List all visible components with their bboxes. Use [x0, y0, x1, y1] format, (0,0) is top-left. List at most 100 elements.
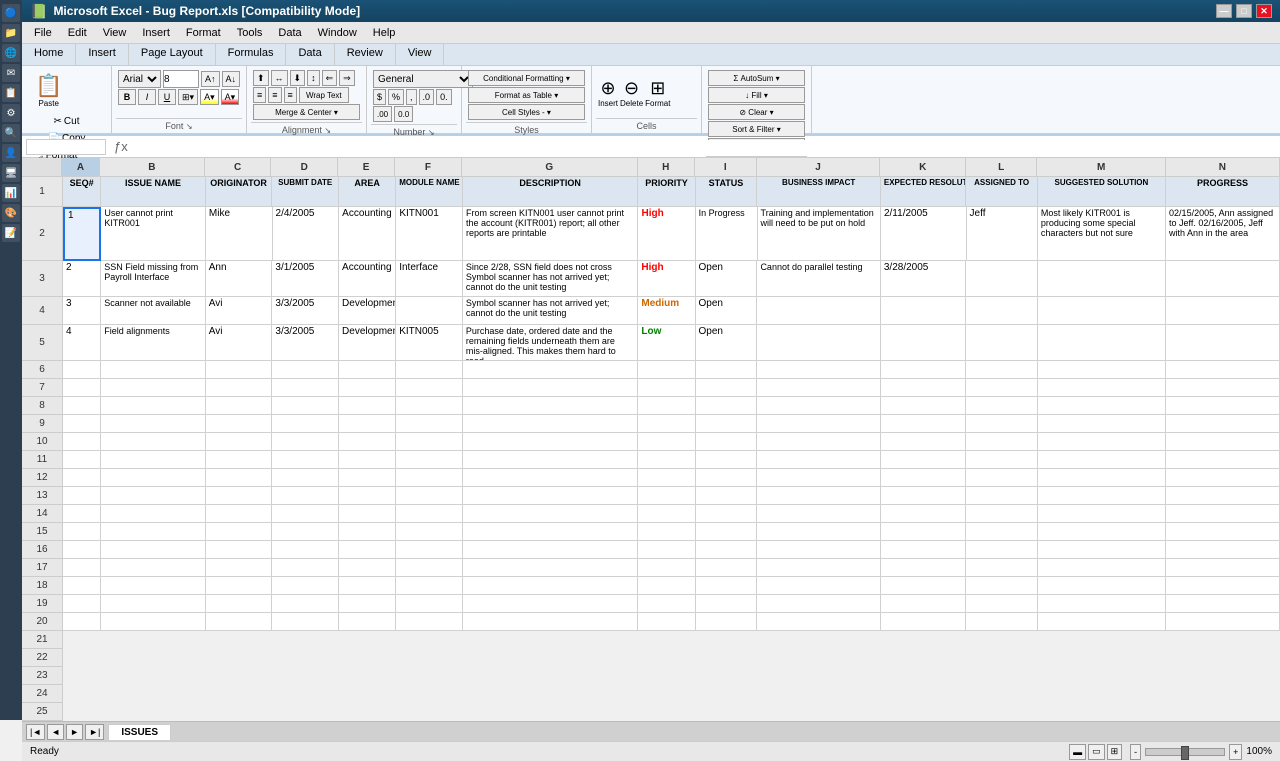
- col-header-C[interactable]: C: [205, 158, 272, 176]
- align-center-button[interactable]: ≡: [268, 87, 281, 103]
- cell-h6[interactable]: [638, 361, 695, 379]
- increase-font-button[interactable]: A↑: [201, 71, 220, 87]
- header-progress[interactable]: PROGRESS: [1166, 177, 1280, 207]
- row-header-1[interactable]: 1: [22, 177, 62, 207]
- tab-view[interactable]: View: [396, 44, 445, 65]
- cell-n5[interactable]: [1166, 325, 1280, 361]
- header-issue[interactable]: ISSUE NAME: [101, 177, 206, 207]
- menu-help[interactable]: Help: [365, 25, 404, 41]
- menu-edit[interactable]: Edit: [60, 25, 95, 41]
- text-direction-button[interactable]: ↕: [307, 70, 320, 86]
- row-header-14[interactable]: 14: [22, 505, 62, 523]
- row-header-2[interactable]: 2: [22, 207, 62, 261]
- cell-h3[interactable]: High: [638, 261, 695, 297]
- formula-input[interactable]: 1: [136, 140, 1276, 154]
- dec-places-inc-button[interactable]: .00: [373, 106, 392, 122]
- sidebar-icon-1[interactable]: 🔵: [2, 4, 20, 22]
- cell-j3[interactable]: Cannot do parallel testing: [757, 261, 880, 297]
- cell-k5[interactable]: [881, 325, 967, 361]
- sidebar-icon-12[interactable]: 📝: [2, 224, 20, 242]
- italic-button[interactable]: I: [138, 89, 156, 105]
- decrease-font-button[interactable]: A↓: [222, 71, 241, 87]
- cell-i2[interactable]: In Progress: [696, 207, 758, 261]
- sidebar-icon-7[interactable]: 🔍: [2, 124, 20, 142]
- cell-g4[interactable]: Symbol scanner has not arrived yet; cann…: [463, 297, 639, 325]
- format-as-table-button[interactable]: Format as Table ▾: [468, 87, 585, 103]
- tab-insert[interactable]: Insert: [76, 44, 129, 65]
- header-desc[interactable]: DESCRIPTION: [463, 177, 639, 207]
- col-header-B[interactable]: B: [100, 158, 205, 176]
- cell-e3[interactable]: Accounting: [339, 261, 396, 297]
- dec-dec-button[interactable]: 0.: [436, 89, 452, 105]
- col-header-J[interactable]: J: [757, 158, 881, 176]
- cell-g5[interactable]: Purchase date, ordered date and the rema…: [463, 325, 639, 361]
- sheet-prev-button[interactable]: ◄: [47, 724, 64, 740]
- header-suggested[interactable]: SUGGESTED SOLUTION: [1038, 177, 1166, 207]
- cell-a5[interactable]: 4: [63, 325, 101, 361]
- cell-m5[interactable]: [1038, 325, 1166, 361]
- cell-a2[interactable]: 1: [63, 207, 101, 261]
- cell-c5[interactable]: Avi: [206, 325, 273, 361]
- cell-e2[interactable]: Accounting: [339, 207, 396, 261]
- row-header-11[interactable]: 11: [22, 451, 62, 469]
- wrap-text-button[interactable]: Wrap Text: [299, 87, 349, 103]
- row-header-20[interactable]: 20: [22, 613, 62, 631]
- row-header-17[interactable]: 17: [22, 559, 62, 577]
- col-header-E[interactable]: E: [338, 158, 395, 176]
- sheet-next-button[interactable]: ►: [66, 724, 83, 740]
- sidebar-icon-9[interactable]: 🖥: [2, 164, 20, 182]
- menu-data[interactable]: Data: [270, 25, 309, 41]
- menu-window[interactable]: Window: [310, 25, 365, 41]
- cell-reference-box[interactable]: A2: [26, 139, 106, 155]
- header-impact[interactable]: BUSINESS IMPACT: [757, 177, 880, 207]
- number-format-select[interactable]: General: [373, 70, 473, 88]
- fill-color-button[interactable]: A▾: [200, 89, 219, 105]
- menu-format[interactable]: Format: [178, 25, 229, 41]
- col-header-A[interactable]: A: [62, 158, 100, 176]
- cell-h2[interactable]: High: [638, 207, 695, 261]
- page-layout-button[interactable]: ▭: [1088, 744, 1105, 760]
- sheet-last-button[interactable]: ►|: [85, 724, 104, 740]
- minimize-button[interactable]: —: [1216, 4, 1232, 18]
- header-assigned[interactable]: ASSIGNED TO: [966, 177, 1037, 207]
- sidebar-icon-8[interactable]: 👤: [2, 144, 20, 162]
- row-header-12[interactable]: 12: [22, 469, 62, 487]
- cell-f5[interactable]: KITN005: [396, 325, 463, 361]
- row-header-9[interactable]: 9: [22, 415, 62, 433]
- font-size-input[interactable]: [163, 70, 199, 88]
- tab-review[interactable]: Review: [335, 44, 396, 65]
- cell-n4[interactable]: [1166, 297, 1280, 325]
- cell-c3[interactable]: Ann: [206, 261, 273, 297]
- cell-b2[interactable]: User cannot print KITR001: [101, 207, 206, 261]
- sidebar-icon-10[interactable]: 📊: [2, 184, 20, 202]
- cell-n2[interactable]: 02/15/2005, Ann assigned to Jeff. 02/16/…: [1166, 207, 1280, 261]
- align-bottom-button[interactable]: ⬇: [290, 70, 306, 86]
- cell-m6[interactable]: [1038, 361, 1166, 379]
- clear-button[interactable]: ⊘ Clear ▾: [708, 104, 805, 120]
- cell-j5[interactable]: [757, 325, 880, 361]
- zoom-out-button[interactable]: -: [1130, 744, 1141, 760]
- cell-e6[interactable]: [339, 361, 396, 379]
- cell-h4[interactable]: Medium: [638, 297, 695, 325]
- cell-i3[interactable]: Open: [696, 261, 758, 297]
- fill-button[interactable]: ↓ Fill ▾: [708, 87, 805, 103]
- row-header-4[interactable]: 4: [22, 297, 62, 325]
- page-break-button[interactable]: ⊞: [1107, 744, 1123, 760]
- cell-f4[interactable]: [396, 297, 463, 325]
- row-header-18[interactable]: 18: [22, 577, 62, 595]
- cell-b6[interactable]: [101, 361, 206, 379]
- align-left-button[interactable]: ≡: [253, 87, 266, 103]
- cell-b3[interactable]: SSN Field missing from Payroll Interface: [101, 261, 206, 297]
- row-header-23[interactable]: 23: [22, 667, 62, 685]
- header-area[interactable]: AREA: [339, 177, 396, 207]
- sidebar-icon-2[interactable]: 📁: [2, 24, 20, 42]
- paste-button[interactable]: 📋 Paste: [28, 70, 69, 111]
- cell-g6[interactable]: [463, 361, 639, 379]
- cell-n3[interactable]: [1166, 261, 1280, 297]
- cell-j4[interactable]: [757, 297, 880, 325]
- menu-tools[interactable]: Tools: [229, 25, 271, 41]
- row-header-8[interactable]: 8: [22, 397, 62, 415]
- header-resolution[interactable]: EXPECTED RESOLUTION DATE: [881, 177, 967, 207]
- row-header-19[interactable]: 19: [22, 595, 62, 613]
- border-button[interactable]: ⊞▾: [178, 89, 198, 105]
